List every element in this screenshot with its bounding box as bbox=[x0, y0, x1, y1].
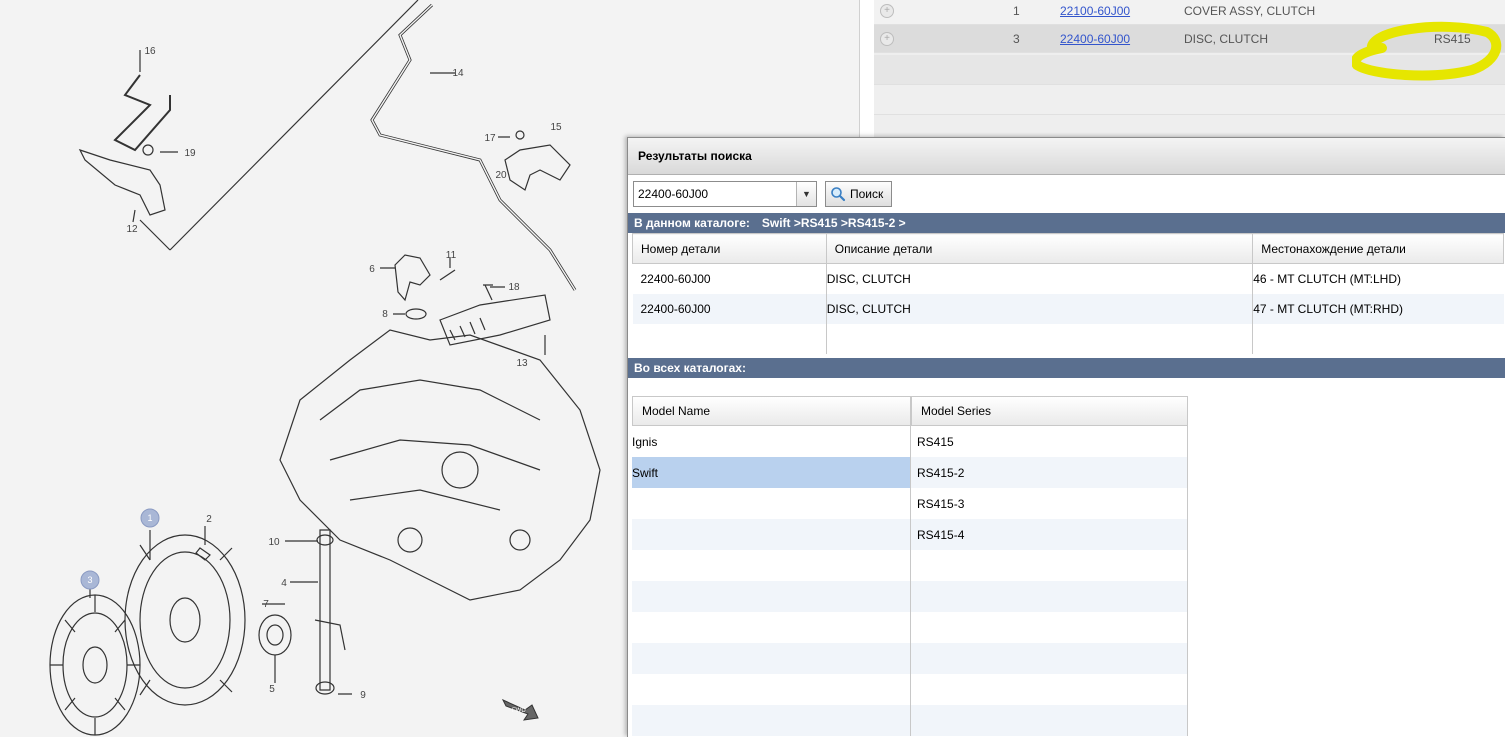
table-row[interactable]: 22400-60J00 DISC, CLUTCH 46 - MT CLUTCH … bbox=[633, 263, 1504, 294]
callout-2: 2 bbox=[206, 514, 212, 525]
callout-9: 9 bbox=[360, 690, 366, 701]
this-catalog-label: В данном каталоге: bbox=[634, 216, 750, 230]
search-icon bbox=[831, 187, 846, 202]
fwd-arrow-icon: FWD bbox=[501, 698, 539, 721]
model-name-label: Swift bbox=[632, 465, 659, 480]
column-header-location[interactable]: Местонахождение детали bbox=[1252, 233, 1504, 264]
callout-13: 13 bbox=[516, 358, 528, 369]
cell-part-number: 22400-60J00 bbox=[632, 293, 827, 324]
fwd-label: FWD bbox=[512, 708, 526, 714]
cell-description: DISC, CLUTCH bbox=[825, 263, 1253, 294]
column-header-model-name[interactable]: Model Name bbox=[632, 396, 910, 426]
cell-description: DISC, CLUTCH bbox=[825, 293, 1253, 324]
search-results-dialog: Результаты поиска ▼ Поиск В данном катал… bbox=[627, 137, 1505, 737]
callout-7: 7 bbox=[263, 599, 269, 610]
this-catalog-header: В данном каталоге: Swift >RS415 >RS415-2… bbox=[628, 213, 1505, 233]
part-number-link[interactable]: 22100-60J00 bbox=[1060, 4, 1130, 18]
cell-part-number: 22400-60J00 bbox=[640, 271, 711, 286]
callout-4: 4 bbox=[281, 578, 287, 589]
this-catalog-table: Номер детали Описание детали Местонахожд… bbox=[632, 233, 1504, 354]
search-button[interactable]: Поиск bbox=[825, 181, 893, 207]
model-series-item[interactable]: RS415 bbox=[911, 426, 1187, 457]
callout-8: 8 bbox=[382, 309, 388, 320]
column-header-model-series[interactable]: Model Series bbox=[911, 396, 1187, 426]
dialog-title: Результаты поиска bbox=[628, 138, 1505, 175]
yellow-highlight-marker bbox=[1352, 21, 1502, 81]
callout-19: 19 bbox=[184, 148, 196, 159]
column-header-part-number[interactable]: Номер детали bbox=[632, 233, 827, 264]
model-series-label: RS415 bbox=[917, 434, 954, 449]
callout-18: 18 bbox=[508, 282, 520, 293]
all-catalogs-header: Во всех каталогах: bbox=[628, 357, 1505, 378]
part-description: COVER ASSY, CLUTCH bbox=[1184, 3, 1316, 18]
model-name-label: Ignis bbox=[632, 434, 658, 449]
expand-icon[interactable]: + bbox=[880, 3, 894, 18]
part-qty: 1 bbox=[1013, 3, 1020, 18]
part-qty: 3 bbox=[1013, 31, 1020, 46]
table-row[interactable]: 22400-60J00 DISC, CLUTCH 47 - MT CLUTCH … bbox=[632, 293, 1504, 324]
cell-location: 47 - MT CLUTCH (MT:RHD) bbox=[1252, 293, 1504, 324]
model-series-item[interactable]: RS415-2 bbox=[911, 457, 1187, 488]
callout-bubble-1[interactable]: 1 bbox=[140, 508, 160, 528]
model-name-item-selected[interactable]: Swift bbox=[632, 457, 910, 488]
model-series-label: RS415-4 bbox=[917, 527, 965, 542]
model-series-label: RS415-2 bbox=[917, 465, 965, 480]
model-series-item[interactable]: RS415-3 bbox=[911, 488, 1187, 519]
model-name-item[interactable]: Ignis bbox=[632, 426, 910, 457]
catalog-path: Swift >RS415 >RS415-2 > bbox=[761, 216, 906, 230]
part-description: DISC, CLUTCH bbox=[1184, 31, 1269, 46]
callout-1: 1 bbox=[147, 513, 152, 523]
callout-bubble-3[interactable]: 3 bbox=[80, 570, 100, 590]
all-catalogs-label: Во всех каталогах: bbox=[634, 360, 746, 375]
callout-16: 16 bbox=[144, 46, 156, 57]
search-input[interactable] bbox=[634, 182, 796, 206]
table-row-empty bbox=[633, 323, 1504, 354]
callout-14: 14 bbox=[452, 68, 464, 79]
column-header-description[interactable]: Описание детали bbox=[825, 233, 1254, 264]
callout-6: 6 bbox=[369, 264, 375, 275]
callout-3: 3 bbox=[87, 575, 92, 585]
parts-row-empty bbox=[874, 85, 1505, 115]
expand-icon[interactable]: + bbox=[880, 31, 894, 46]
search-button-label: Поиск bbox=[850, 187, 884, 201]
search-bar: ▼ Поиск bbox=[628, 175, 1505, 213]
callout-5: 5 bbox=[269, 684, 275, 695]
model-series-column: Model Series RS415 RS415-2 RS415-3 RS415… bbox=[911, 396, 1188, 736]
callout-15: 15 bbox=[550, 122, 562, 133]
model-series-label: RS415-3 bbox=[917, 496, 965, 511]
part-number-link[interactable]: 22400-60J00 bbox=[1060, 32, 1130, 46]
callout-12: 12 bbox=[126, 224, 138, 235]
callout-17: 17 bbox=[484, 133, 496, 144]
callout-11: 11 bbox=[446, 250, 457, 261]
dropdown-arrow-icon[interactable]: ▼ bbox=[796, 182, 816, 206]
callout-20: 20 bbox=[495, 170, 507, 181]
model-series-item[interactable]: RS415-4 bbox=[911, 519, 1187, 550]
part-number-combo[interactable]: ▼ bbox=[633, 181, 817, 207]
model-name-column: Model Name Ignis Swift bbox=[632, 396, 911, 736]
cell-location: 46 - MT CLUTCH (MT:LHD) bbox=[1252, 263, 1504, 294]
callout-10: 10 bbox=[268, 537, 280, 548]
